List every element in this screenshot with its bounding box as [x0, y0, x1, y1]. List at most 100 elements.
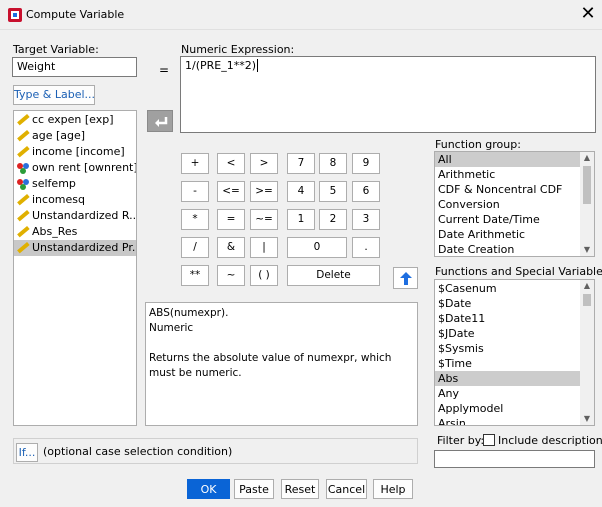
window-title: Compute Variable: [26, 8, 125, 21]
less-equal-button[interactable]: <=: [217, 181, 245, 202]
target-variable-input[interactable]: Weight: [12, 57, 137, 77]
ruler-icon: [17, 129, 30, 142]
variable-item[interactable]: age [age]: [14, 128, 136, 144]
close-icon[interactable]: ✕: [578, 3, 598, 25]
function-group-label: Function group:: [435, 138, 521, 151]
digit-8-button[interactable]: 8: [319, 153, 347, 174]
function-group-list[interactable]: All Arithmetic CDF & Noncentral CDF Conv…: [434, 151, 595, 257]
delete-button[interactable]: Delete: [287, 265, 380, 286]
variable-label: age [age]: [32, 129, 86, 142]
functions-scrollbar[interactable]: ▲ ▼: [580, 280, 594, 425]
digit-6-button[interactable]: 6: [352, 181, 380, 202]
variable-item[interactable]: income [income]: [14, 144, 136, 160]
divide-button[interactable]: /: [181, 237, 209, 258]
function-item[interactable]: $Casenum: [435, 281, 580, 296]
digit-3-button[interactable]: 3: [352, 209, 380, 230]
function-item[interactable]: Arsin: [435, 416, 580, 425]
greater-equal-button[interactable]: >=: [250, 181, 278, 202]
function-group-item[interactable]: Arithmetic: [435, 167, 580, 182]
numeric-expression-input[interactable]: 1/(PRE_1**2): [180, 56, 596, 133]
function-item[interactable]: $Date: [435, 296, 580, 311]
digit-9-button[interactable]: 9: [352, 153, 380, 174]
scroll-down-icon[interactable]: ▼: [580, 244, 594, 256]
function-item-selected[interactable]: Abs: [435, 371, 580, 386]
digit-4-button[interactable]: 4: [287, 181, 315, 202]
numeric-expression-text: 1/(PRE_1**2): [185, 59, 257, 72]
if-button[interactable]: If...: [16, 443, 38, 462]
function-item[interactable]: Any: [435, 386, 580, 401]
digit-0-button[interactable]: 0: [287, 237, 347, 258]
function-group-item[interactable]: Current Date/Time: [435, 212, 580, 227]
scroll-up-icon[interactable]: ▲: [580, 152, 594, 164]
function-item[interactable]: $Date11: [435, 311, 580, 326]
power-button[interactable]: **: [181, 265, 209, 286]
functions-list[interactable]: $Casenum $Date $Date11 $JDate $Sysmis $T…: [434, 279, 595, 426]
function-item[interactable]: $Sysmis: [435, 341, 580, 356]
move-function-up-button[interactable]: [393, 267, 418, 289]
greater-than-button[interactable]: >: [250, 153, 278, 174]
not-button[interactable]: ~: [217, 265, 245, 286]
variable-label: selfemp: [32, 177, 76, 190]
ruler-icon: [17, 225, 30, 238]
multiply-button[interactable]: *: [181, 209, 209, 230]
function-group-scrollbar[interactable]: ▲ ▼: [580, 152, 594, 256]
ruler-icon: [17, 193, 30, 206]
function-group-item[interactable]: CDF & Noncentral CDF: [435, 182, 580, 197]
title-bar: Compute Variable ✕: [0, 0, 602, 30]
scroll-thumb[interactable]: [583, 166, 591, 204]
paste-button[interactable]: Paste: [234, 479, 274, 499]
move-to-expression-button[interactable]: [147, 110, 173, 132]
less-than-button[interactable]: <: [217, 153, 245, 174]
equals-button[interactable]: =: [217, 209, 245, 230]
variable-item[interactable]: Abs_Res: [14, 224, 136, 240]
or-button[interactable]: |: [250, 237, 278, 258]
function-type: Numeric: [149, 322, 194, 334]
function-group-item[interactable]: Date Creation: [435, 242, 580, 256]
variable-item[interactable]: Unstandardized R...: [14, 208, 136, 224]
function-group-item[interactable]: Date Arithmetic: [435, 227, 580, 242]
digit-1-button[interactable]: 1: [287, 209, 315, 230]
variable-item[interactable]: cc expen [exp]: [14, 112, 136, 128]
variable-item-selected[interactable]: Unstandardized Pr...: [14, 240, 136, 256]
parentheses-button[interactable]: ( ): [250, 265, 278, 286]
function-item[interactable]: $JDate: [435, 326, 580, 341]
variable-label: Unstandardized R...: [32, 209, 137, 222]
function-group-item[interactable]: Conversion: [435, 197, 580, 212]
scroll-down-icon[interactable]: ▼: [580, 413, 594, 425]
ruler-icon: [17, 241, 30, 254]
function-item[interactable]: Applymodel: [435, 401, 580, 416]
scroll-thumb[interactable]: [583, 294, 591, 306]
digit-2-button[interactable]: 2: [319, 209, 347, 230]
app-icon: [8, 8, 22, 22]
nominal-icon: [17, 163, 29, 174]
functions-label: Functions and Special Variables:: [435, 265, 602, 278]
digit-5-button[interactable]: 5: [319, 181, 347, 202]
variable-item[interactable]: own rent [ownrent]: [14, 160, 136, 176]
variable-item[interactable]: selfemp: [14, 176, 136, 192]
variable-item[interactable]: incomesq: [14, 192, 136, 208]
nominal-icon: [17, 179, 29, 190]
target-variable-label: Target Variable:: [13, 43, 99, 56]
plus-button[interactable]: +: [181, 153, 209, 174]
ruler-icon: [17, 145, 30, 158]
filter-input[interactable]: [434, 450, 595, 468]
minus-button[interactable]: -: [181, 181, 209, 202]
function-item[interactable]: $Time: [435, 356, 580, 371]
not-equal-button[interactable]: ~=: [250, 209, 278, 230]
include-description-checkbox[interactable]: [483, 434, 495, 446]
reset-button[interactable]: Reset: [281, 479, 319, 499]
cancel-button[interactable]: Cancel: [326, 479, 367, 499]
help-button[interactable]: Help: [373, 479, 413, 499]
type-label-button[interactable]: Type & Label...: [13, 85, 95, 105]
decimal-point-button[interactable]: .: [352, 237, 380, 258]
ok-button[interactable]: OK: [187, 479, 230, 499]
up-arrow-icon: [400, 272, 412, 285]
function-group-item-selected[interactable]: All: [435, 152, 580, 167]
and-button[interactable]: &: [217, 237, 245, 258]
variable-list[interactable]: cc expen [exp] age [age] income [income]…: [13, 110, 137, 426]
function-description: Returns the absolute value of numexpr, w…: [149, 352, 392, 379]
filter-label: Filter by:: [437, 434, 485, 447]
variable-label: income [income]: [32, 145, 125, 158]
scroll-up-icon[interactable]: ▲: [580, 280, 594, 292]
digit-7-button[interactable]: 7: [287, 153, 315, 174]
